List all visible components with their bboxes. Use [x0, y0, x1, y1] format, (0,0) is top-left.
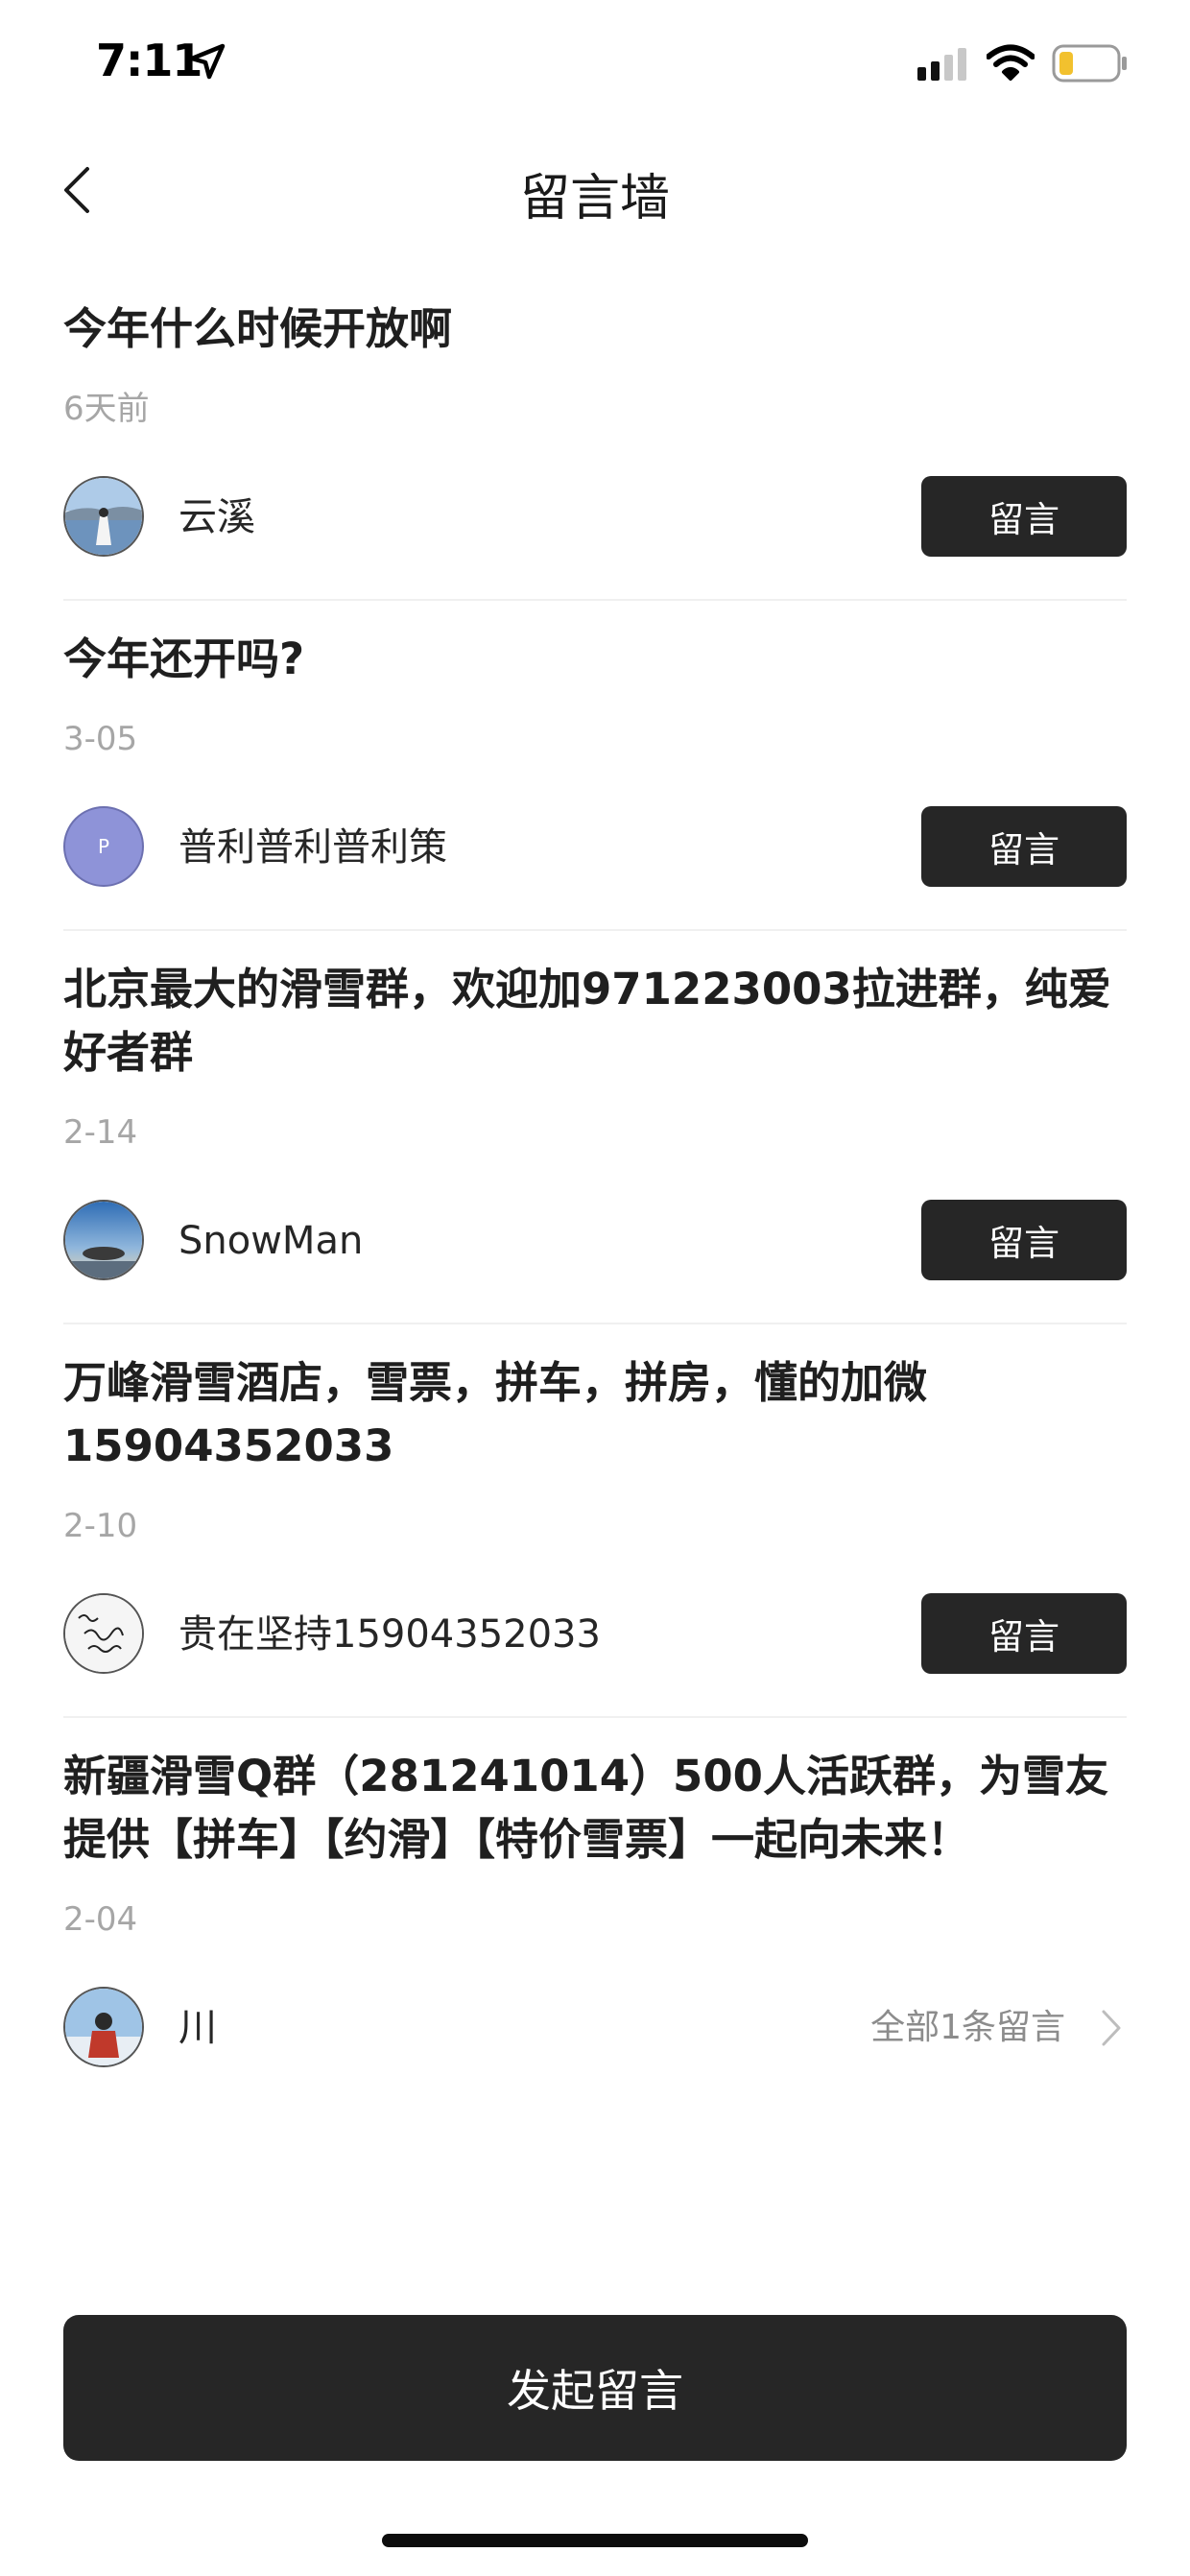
avatar-letter: P	[97, 835, 110, 858]
author-name[interactable]: 川	[178, 2006, 217, 2050]
message-title[interactable]: 今年什么时候开放啊	[63, 298, 1127, 361]
avatar[interactable]	[63, 1987, 144, 2067]
author-name[interactable]: 普利普利普利策	[178, 825, 447, 870]
avatar[interactable]	[63, 1593, 144, 1674]
message-time: 6天前	[63, 390, 150, 428]
chevron-right-icon[interactable]	[1100, 2008, 1123, 2052]
message-card[interactable]: 万峰滑雪酒店，雪票，拼车，拼房，懂的加微15904352033 2-10 贵在坚…	[63, 1324, 1127, 1718]
avatar[interactable]	[63, 476, 144, 557]
reply-button[interactable]: 留言	[921, 476, 1127, 557]
avatar[interactable]	[63, 1200, 144, 1280]
status-bar: 7:11	[0, 0, 1190, 134]
status-time: 7:11	[96, 35, 202, 86]
author-name[interactable]: 贵在坚持15904352033	[178, 1612, 601, 1657]
signal-icon	[917, 48, 967, 86]
message-card[interactable]: 今年还开吗? 3-05 P 普利普利普利策 留言	[63, 601, 1127, 931]
home-indicator	[382, 2534, 808, 2547]
all-replies-link[interactable]: 全部1条留言	[870, 2006, 1065, 2050]
message-time: 3-05	[63, 720, 138, 758]
page-title: 留言墙	[519, 170, 670, 227]
message-time: 2-10	[63, 1507, 138, 1545]
message-title[interactable]: 新疆滑雪Q群（281241014）500人活跃群，为雪友提供【拼车】【约滑】【特…	[63, 1745, 1127, 1872]
avatar[interactable]: P	[63, 806, 144, 887]
message-time: 2-04	[63, 1900, 138, 1939]
message-card[interactable]: 新疆滑雪Q群（281241014）500人活跃群，为雪友提供【拼车】【约滑】【特…	[63, 1718, 1127, 2110]
message-time: 2-14	[63, 1113, 138, 1152]
message-card[interactable]: 北京最大的滑雪群，欢迎加971223003拉进群，纯爱好者群 2-14 Snow…	[63, 931, 1127, 1324]
message-title[interactable]: 今年还开吗?	[63, 628, 1127, 691]
message-card[interactable]: 今年什么时候开放啊 6天前 云溪 留言	[63, 271, 1127, 601]
message-list[interactable]: 今年什么时候开放啊 6天前 云溪 留言 今年还开吗? 3-05 P 普利普利普利…	[63, 271, 1127, 2303]
author-name[interactable]: SnowMan	[178, 1219, 363, 1263]
reply-button[interactable]: 留言	[921, 1593, 1127, 1674]
compose-message-button[interactable]: 发起留言	[63, 2315, 1127, 2461]
location-arrow-icon	[188, 42, 226, 84]
reply-button[interactable]: 留言	[921, 1200, 1127, 1280]
message-title[interactable]: 北京最大的滑雪群，欢迎加971223003拉进群，纯爱好者群	[63, 958, 1127, 1085]
wifi-icon	[986, 44, 1035, 84]
message-title[interactable]: 万峰滑雪酒店，雪票，拼车，拼房，懂的加微15904352033	[63, 1351, 1127, 1478]
battery-icon	[1052, 44, 1129, 86]
nav-bar: 留言墙	[0, 134, 1190, 250]
author-name[interactable]: 云溪	[178, 495, 255, 539]
reply-button[interactable]: 留言	[921, 806, 1127, 887]
